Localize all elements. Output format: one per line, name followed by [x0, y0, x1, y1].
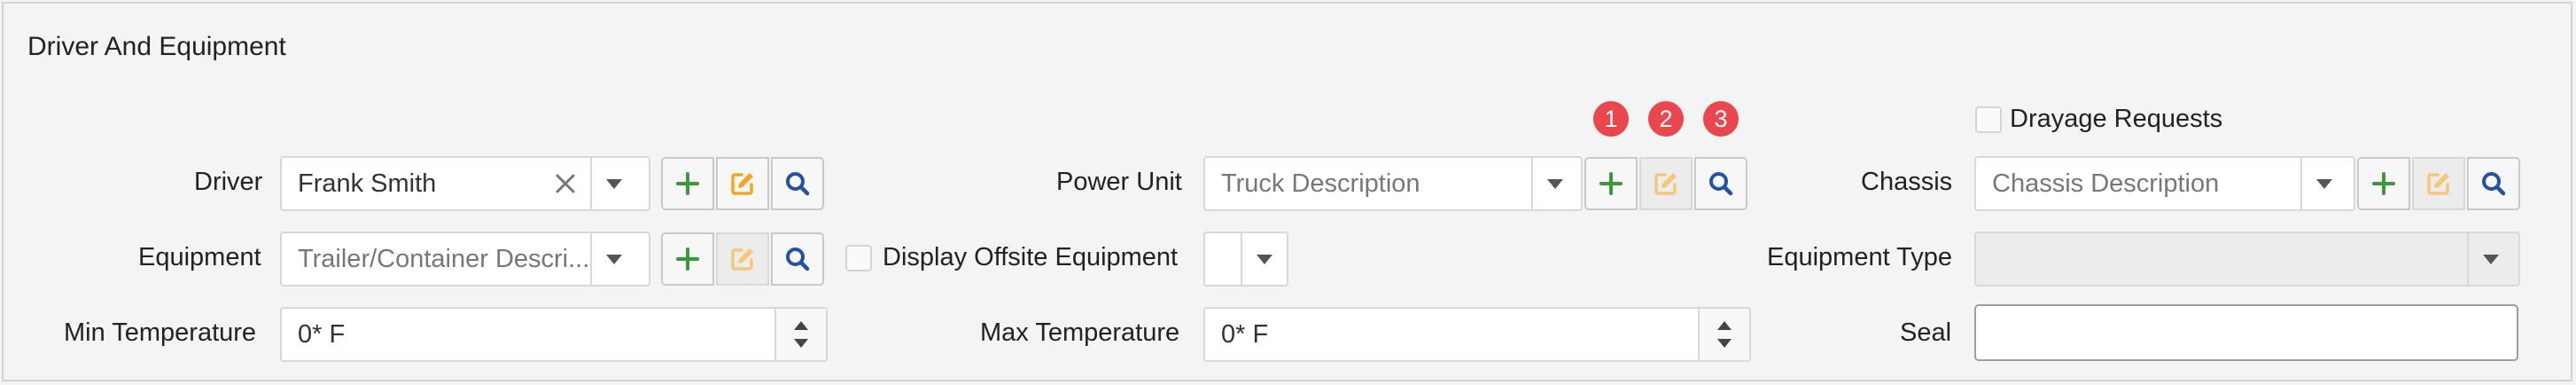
step-up-icon[interactable]: [1717, 321, 1732, 330]
seal-input[interactable]: [1974, 304, 2518, 361]
driver-value: Frank Smith: [298, 169, 437, 198]
equipment-type-select[interactable]: [1974, 232, 2520, 287]
equipment-label: Equipment: [138, 243, 261, 271]
driver-equipment-panel: Driver And Equipment Driver Frank Smith …: [2, 2, 2572, 381]
plus-icon: [676, 172, 699, 195]
search-icon: [786, 172, 810, 196]
chevron-down-icon[interactable]: [592, 158, 636, 209]
badge-1: 1: [1593, 101, 1629, 137]
drayage-requests-label: Drayage Requests: [2010, 105, 2223, 133]
chevron-down-icon[interactable]: [2302, 158, 2346, 209]
plus-icon: [2372, 172, 2395, 195]
section-title: Driver And Equipment: [27, 32, 286, 61]
offsite-select[interactable]: [1203, 232, 1288, 287]
display-offsite-checkbox[interactable]: [845, 245, 872, 271]
edit-equipment-button[interactable]: [716, 232, 769, 286]
edit-power-unit-button[interactable]: [1639, 157, 1693, 210]
chassis-select[interactable]: Chassis Description: [1974, 156, 2355, 211]
edit-icon: [731, 173, 753, 195]
edit-chassis-button[interactable]: [2412, 157, 2465, 210]
add-chassis-button[interactable]: [2357, 157, 2410, 210]
chassis-placeholder: Chassis Description: [1992, 169, 2220, 198]
edit-icon: [2427, 173, 2449, 195]
max-temperature-value: 0* F: [1221, 320, 1269, 349]
chevron-down-icon[interactable]: [2469, 233, 2513, 285]
search-icon: [1709, 172, 1733, 196]
equipment-select[interactable]: Trailer/Container Descri...: [280, 232, 650, 287]
search-power-unit-button[interactable]: [1694, 157, 1747, 210]
power-unit-placeholder: Truck Description: [1221, 169, 1420, 198]
add-equipment-button[interactable]: [661, 232, 714, 286]
close-icon[interactable]: [548, 158, 583, 209]
max-temperature-label: Max Temperature: [980, 318, 1180, 347]
step-up-icon[interactable]: [794, 321, 808, 330]
equipment-placeholder: Trailer/Container Descri...: [298, 245, 590, 273]
edit-driver-button[interactable]: [716, 157, 769, 210]
equipment-type-value: [1992, 233, 2435, 285]
min-temperature-input[interactable]: 0* F: [280, 307, 828, 362]
min-temperature-label: Min Temperature: [64, 318, 257, 347]
chassis-label: Chassis: [1861, 168, 1953, 196]
search-driver-button[interactable]: [771, 157, 824, 210]
search-equipment-button[interactable]: [771, 232, 824, 286]
min-temperature-stepper[interactable]: [776, 309, 826, 360]
edit-icon: [1654, 173, 1677, 195]
plus-icon: [676, 248, 699, 271]
power-unit-select[interactable]: Truck Description: [1203, 156, 1583, 211]
badge-2: 2: [1648, 101, 1684, 137]
add-driver-button[interactable]: [661, 157, 714, 210]
search-icon: [2482, 172, 2506, 196]
min-temperature-value: 0* F: [298, 320, 346, 349]
max-temperature-stepper[interactable]: [1700, 309, 1749, 360]
driver-select[interactable]: Frank Smith: [280, 156, 650, 211]
search-icon: [786, 248, 810, 271]
max-temperature-input[interactable]: 0* F: [1203, 307, 1751, 362]
step-down-icon[interactable]: [794, 339, 808, 348]
plus-icon: [1599, 172, 1623, 195]
equipment-type-label: Equipment Type: [1767, 243, 1953, 271]
edit-icon: [731, 248, 753, 271]
chevron-down-icon[interactable]: [592, 233, 636, 285]
seal-label: Seal: [1900, 318, 1952, 347]
step-down-icon[interactable]: [1717, 339, 1732, 348]
drayage-requests-checkbox[interactable]: [1975, 106, 2002, 133]
chevron-down-icon[interactable]: [1533, 158, 1577, 209]
add-power-unit-button[interactable]: [1584, 157, 1638, 210]
chevron-down-icon[interactable]: [1242, 233, 1287, 285]
driver-label: Driver: [194, 168, 263, 196]
power-unit-label: Power Unit: [1056, 168, 1182, 196]
badge-3: 3: [1703, 101, 1739, 137]
search-chassis-button[interactable]: [2467, 157, 2520, 210]
display-offsite-label: Display Offsite Equipment: [883, 243, 1179, 271]
